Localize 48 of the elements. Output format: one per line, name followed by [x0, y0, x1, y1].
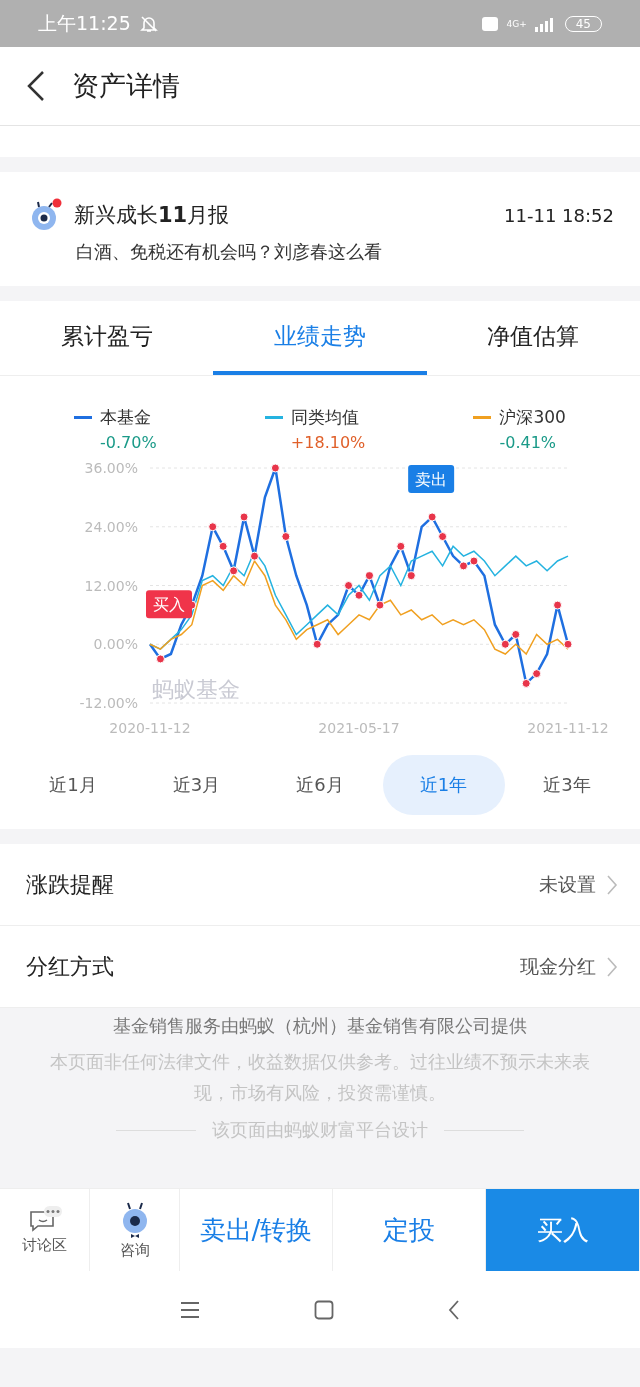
chart-tab[interactable]: 累计盈亏 — [0, 301, 214, 375]
y-axis-label: 36.00% — [84, 460, 138, 476]
back-icon[interactable] — [448, 1298, 460, 1321]
x-axis-label: 2021-11-12 — [527, 720, 609, 736]
annotation: 卖出 — [415, 469, 448, 489]
network-label: 4G+ — [506, 18, 527, 29]
news-card[interactable]: 新兴成长11月报 11-11 18:52 白酒、免税还有机会吗？刘彦春这么看 — [0, 172, 640, 286]
chevron-right-icon — [606, 955, 618, 978]
chat-bubble-icon — [27, 1205, 62, 1234]
legend-label: 本基金 — [100, 406, 152, 429]
legend-label: 同类均值 — [290, 406, 359, 429]
y-axis-label: 12.00% — [84, 577, 138, 594]
range-button[interactable]: 近3月 — [135, 755, 258, 815]
range-button[interactable]: 近6月 — [259, 755, 381, 815]
setting-label: 涨跌提醒 — [26, 870, 114, 899]
setting-value: 未设置 — [539, 871, 596, 897]
x-axis-label: 2021-05-17 — [318, 720, 400, 736]
legend-change: -0.70% — [100, 433, 157, 452]
setting-value: 现金分红 — [520, 953, 596, 979]
legend-label: 沪深300 — [499, 406, 566, 429]
chart-tab[interactable]: 净值估算 — [426, 301, 640, 375]
y-axis-label: 24.00% — [84, 518, 138, 535]
setting-label: 分红方式 — [26, 952, 114, 981]
menu-icon[interactable] — [180, 1300, 200, 1319]
status-time: 上午11:25 — [38, 10, 131, 36]
legend-change: -0.41% — [499, 433, 557, 452]
home-icon[interactable] — [314, 1299, 334, 1320]
settings-row[interactable]: 涨跌提醒 未设置 — [0, 844, 640, 926]
y-axis-label: 0.00% — [93, 636, 138, 653]
settings-row[interactable]: 分红方式 现金分红 — [0, 926, 640, 1008]
back-icon[interactable] — [26, 70, 46, 102]
robot-avatar-icon — [30, 198, 62, 232]
range-button[interactable]: 近1月 — [12, 755, 134, 815]
legend-change: +18.10% — [290, 433, 366, 452]
bell-off-icon — [138, 13, 159, 34]
chevron-right-icon — [606, 873, 618, 896]
y-axis-label: -12.00% — [79, 695, 138, 711]
news-summary: 白酒、免税还有机会吗？刘彦春这么看 — [76, 240, 383, 264]
news-title: 新兴成长11月报 — [74, 202, 230, 229]
annotation: 买入 — [153, 595, 185, 615]
range-button[interactable]: 近3年 — [506, 755, 628, 815]
provider-note: 基金销售服务由蚂蚁（杭州）基金销售有限公司提供 — [113, 1014, 527, 1038]
news-time: 11-11 18:52 — [504, 204, 614, 226]
sell-marker: 卖出 — [408, 464, 455, 493]
chart-tab[interactable]: 业绩走势 — [213, 301, 427, 375]
action-button[interactable]: 买入 — [486, 1189, 640, 1271]
page-title: 资产详情 — [72, 69, 180, 103]
x-axis-label: 2020-11-12 — [109, 720, 191, 736]
